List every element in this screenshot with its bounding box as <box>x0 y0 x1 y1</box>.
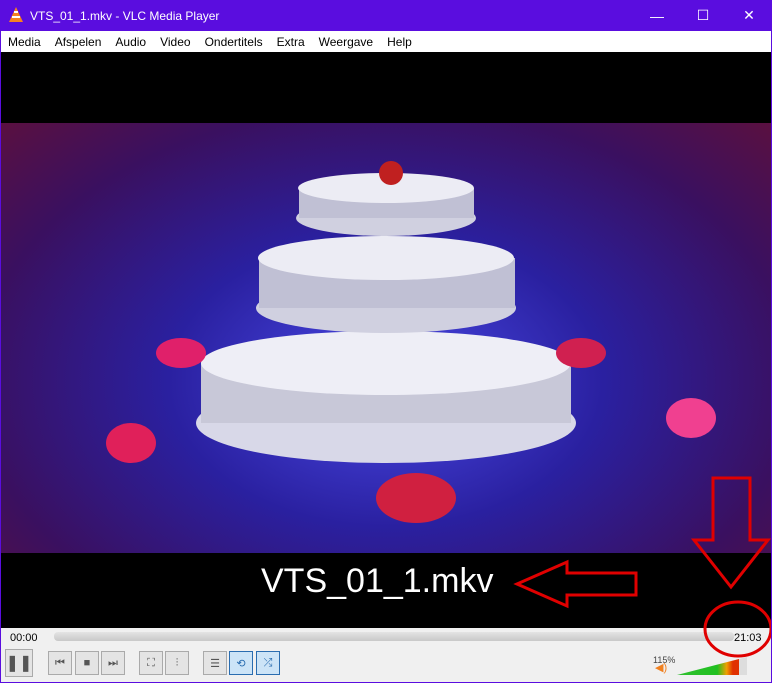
elapsed-time: 00:00 <box>10 632 38 644</box>
playlist-button[interactable]: ☰ <box>203 651 227 675</box>
menu-extra[interactable]: Extra <box>270 31 312 52</box>
volume-label: 115% <box>653 655 676 665</box>
window-title: VTS_01_1.mkv - VLC Media Player <box>30 9 220 23</box>
menu-afspelen[interactable]: Afspelen <box>48 31 109 52</box>
menu-help[interactable]: Help <box>380 31 419 52</box>
next-button[interactable]: ⏭ <box>101 651 125 675</box>
close-button[interactable]: ✕ <box>726 0 772 31</box>
menu-audio[interactable]: Audio <box>108 31 153 52</box>
volume-slider[interactable] <box>677 657 747 675</box>
random-button[interactable]: ⤮ <box>256 651 280 675</box>
minimize-button[interactable]: — <box>634 0 680 31</box>
total-time: 21:03 <box>734 632 762 644</box>
loop-button[interactable]: ⟲ <box>229 651 253 675</box>
fullscreen-button[interactable]: ⛶ <box>139 651 163 675</box>
menu-ondertitels[interactable]: Ondertitels <box>198 31 270 52</box>
seek-slider[interactable] <box>54 632 734 641</box>
title-bar: VTS_01_1.mkv - VLC Media Player — ☐ ✕ <box>0 0 772 31</box>
stop-button[interactable]: ■ <box>75 651 99 675</box>
menu-video[interactable]: Video <box>153 31 197 52</box>
vlc-cone-icon <box>9 7 23 22</box>
subtitle-text: VTS_01_1.mkv <box>261 562 494 600</box>
cake-image <box>106 161 716 523</box>
video-area[interactable]: VTS_01_1.mkv <box>1 52 771 628</box>
menu-media[interactable]: Media <box>1 31 48 52</box>
maximize-button[interactable]: ☐ <box>680 0 726 31</box>
previous-button[interactable]: ⏮ <box>48 651 72 675</box>
pause-button[interactable]: ❚❚ <box>5 649 33 677</box>
extended-settings-button[interactable]: ⫶ <box>165 651 189 675</box>
menu-bar: Media Afspelen Audio Video Ondertitels E… <box>1 31 771 52</box>
control-bar: 00:00 21:03 ❚❚ ⏮ ■ ⏭ ⛶ ⫶ ☰ ⟲ ⤮ ◀) 115% <box>1 628 771 682</box>
menu-weergave[interactable]: Weergave <box>312 31 380 52</box>
video-frame <box>1 123 771 553</box>
